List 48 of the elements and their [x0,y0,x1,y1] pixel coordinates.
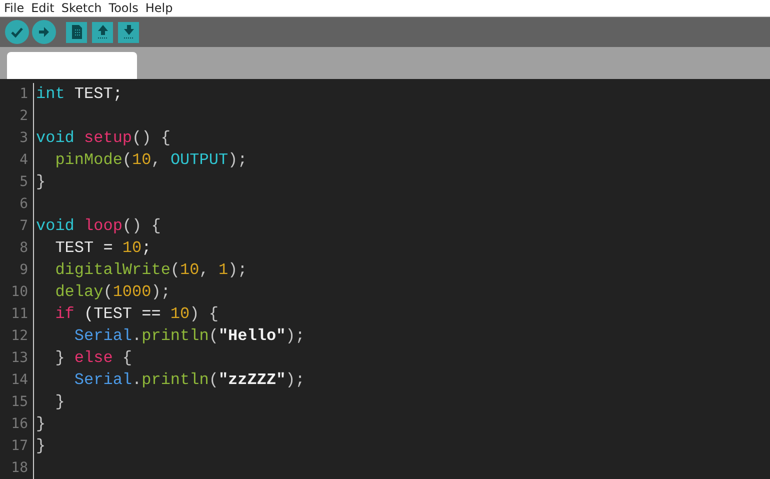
line-number: 6 [0,193,34,215]
line-number: 13 [0,347,34,369]
line-number: 8 [0,237,34,259]
code-line: int TEST; [36,85,122,103]
line-number: 4 [0,149,34,171]
line-number: 7 [0,215,34,237]
code-line: TEST = 10; [54,239,152,257]
code-line: } [54,393,65,411]
code-line: } [36,173,46,191]
code-line: delay(1000); [54,283,170,301]
line-number: 9 [0,259,34,281]
document-icon [70,24,84,40]
line-number: 5 [0,171,34,193]
line-number: 3 [0,127,34,149]
code-line: Serial.println("Hello"); [73,327,305,345]
new-button[interactable] [66,22,87,43]
save-button[interactable] [118,22,139,43]
code-line: } [36,437,46,455]
code-line: if (TEST == 10) { [54,305,218,323]
line-number: 12 [0,325,34,347]
arrow-right-icon [37,25,51,40]
line-number: 18 [0,457,34,479]
line-number: 11 [0,303,34,325]
line-number: 17 [0,435,34,457]
code-line: void setup() { [36,129,170,147]
upload-button[interactable] [32,20,56,44]
code-line: } [36,415,46,433]
arrow-down-icon [122,24,136,40]
line-number: 16 [0,413,34,435]
menu-item[interactable]: Sketch [61,0,102,15]
open-button[interactable] [92,22,113,43]
code-line: digitalWrite(10, 1); [54,261,248,279]
arrow-up-icon [96,24,110,40]
line-number: 10 [0,281,34,303]
line-number: 2 [0,105,34,127]
checkmark-icon [10,25,24,40]
line-number: 14 [0,369,34,391]
code-line: void loop() { [36,217,161,235]
code-line: pinMode(10, OUTPUT); [54,151,248,169]
verify-button[interactable] [5,20,29,44]
line-number: 1 [0,83,34,105]
menu-item[interactable]: Help [145,0,173,15]
code-line: Serial.println("zzZZZ"); [73,371,305,389]
code-line: } else { [54,349,132,367]
menu-item[interactable]: Edit [31,0,54,15]
menu-item[interactable]: File [4,0,24,15]
line-number: 15 [0,391,34,413]
menu-item[interactable]: Tools [108,0,138,15]
